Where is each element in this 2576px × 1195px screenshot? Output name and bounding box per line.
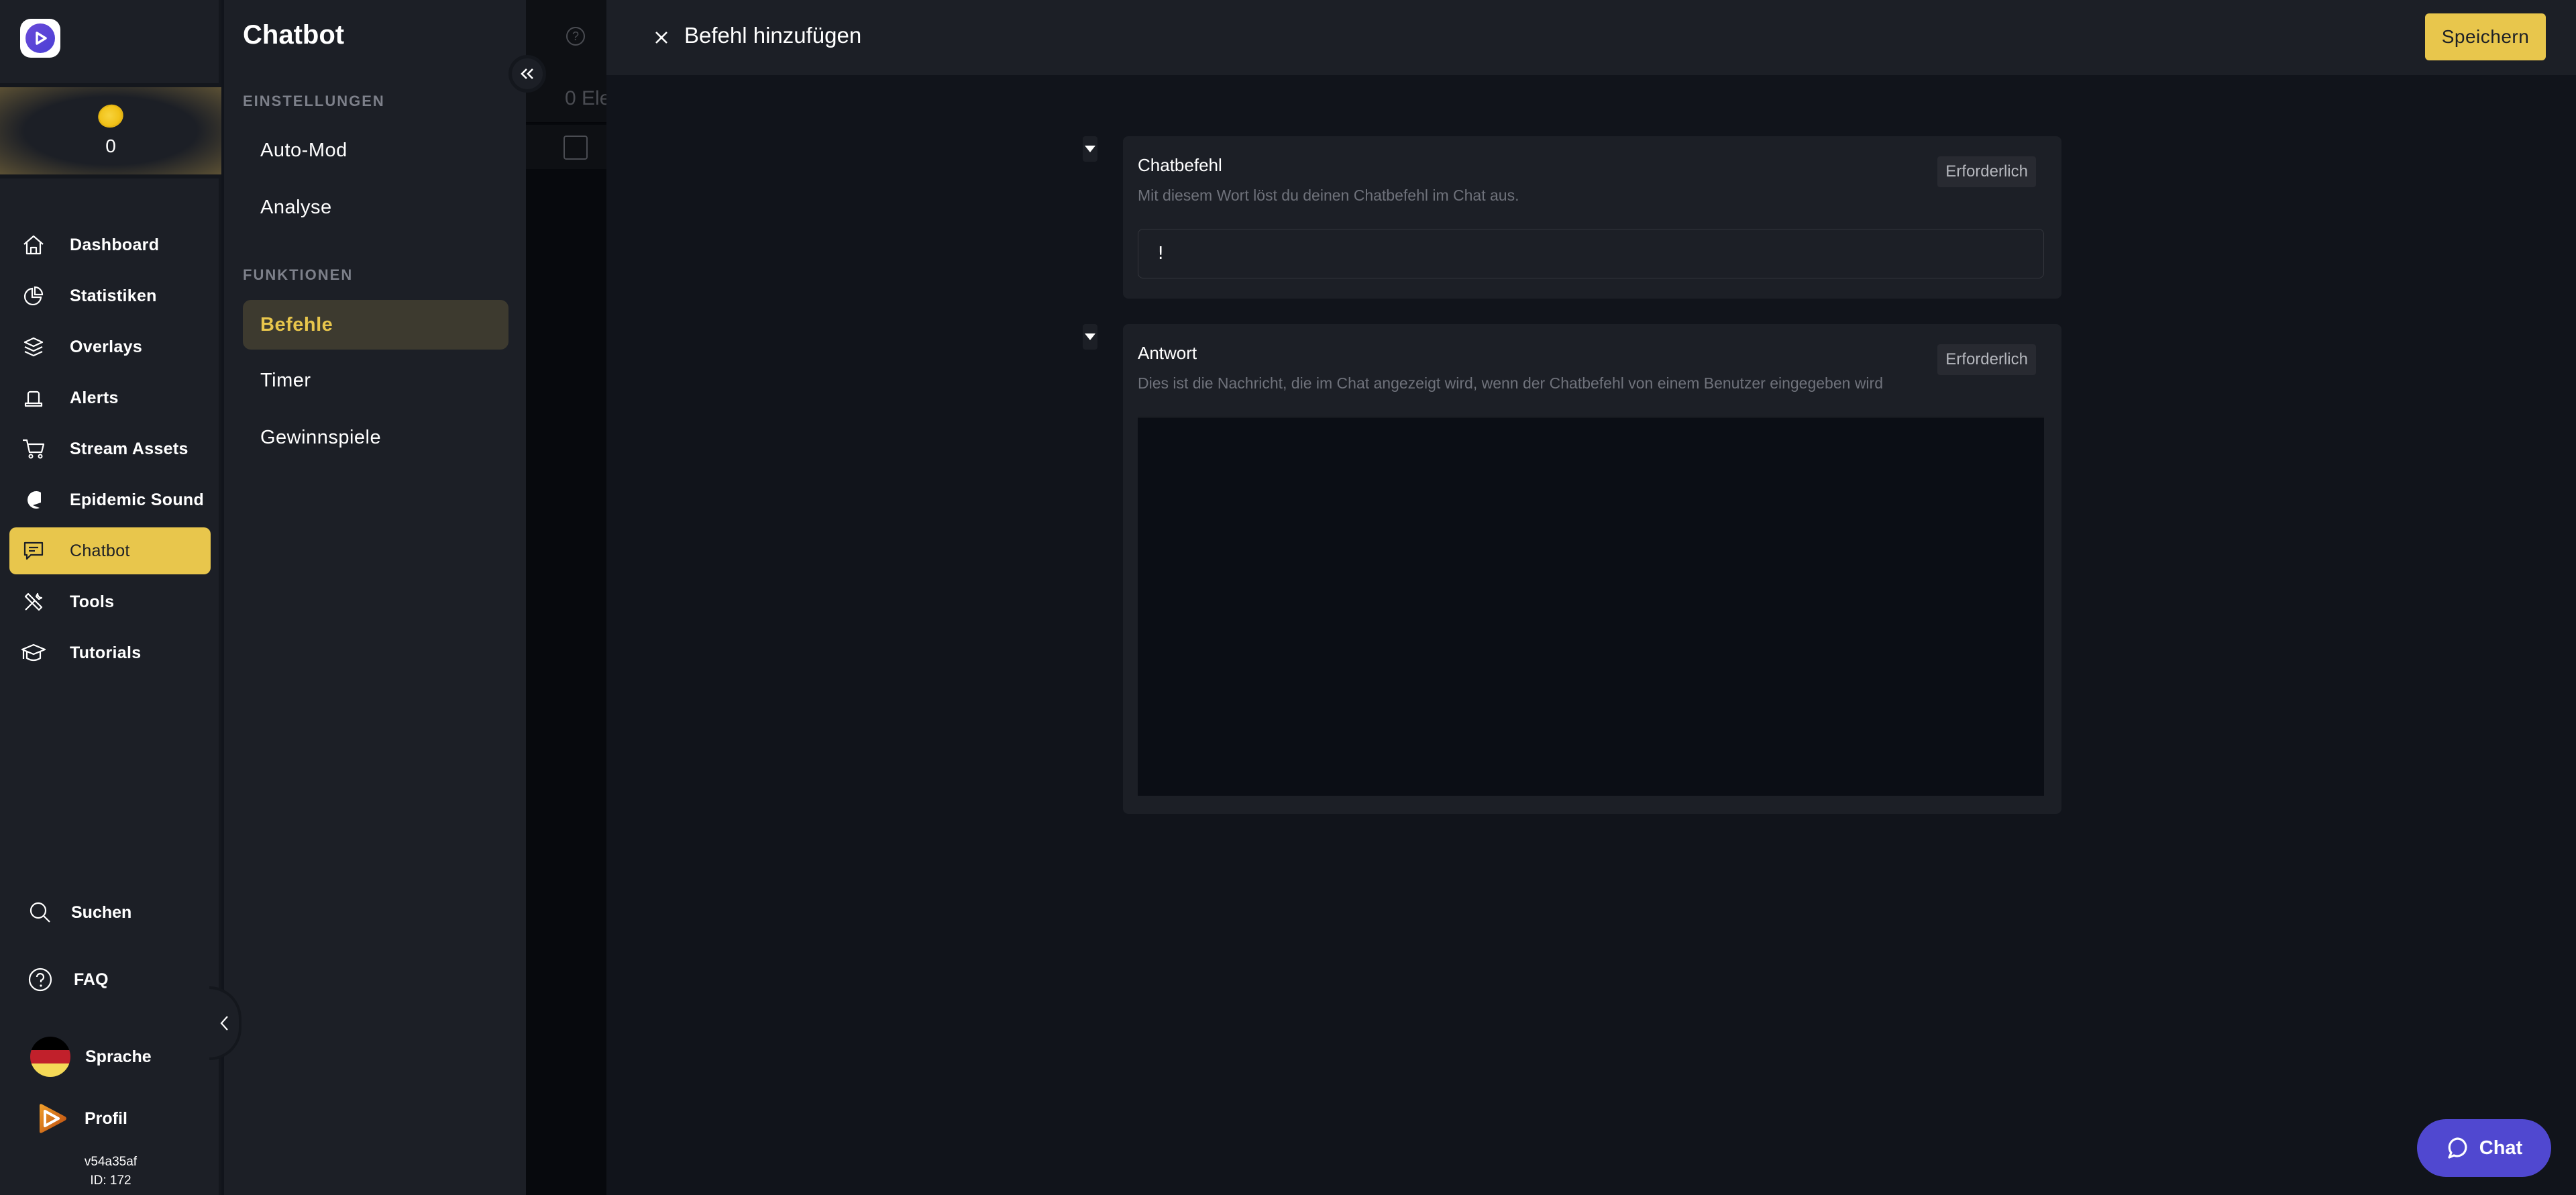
nav-label: Overlays — [70, 337, 143, 356]
nav-item-tools[interactable]: Tools — [9, 578, 211, 625]
chat-message-icon — [20, 537, 47, 564]
subnav-item-gewinnspiele[interactable]: Gewinnspiele — [243, 413, 508, 462]
help-icon[interactable]: ? — [566, 27, 585, 46]
section-heading-einstellungen: EINSTELLUNGEN — [243, 93, 385, 109]
required-badge: Erforderlich — [1937, 156, 2036, 187]
nav-item-stream-assets[interactable]: Stream Assets — [9, 425, 211, 472]
select-all-checkbox[interactable] — [564, 136, 588, 160]
subnav-item-auto-mod[interactable]: Auto-Mod — [243, 125, 508, 175]
field-description: Mit diesem Wort löst du deinen Chatbefeh… — [1138, 187, 1519, 204]
nav-item-overlays[interactable]: Overlays — [9, 323, 211, 370]
faq-button[interactable]: FAQ — [27, 966, 108, 993]
coin-balance[interactable]: 0 — [0, 87, 221, 174]
field-card-chatbefehl: Chatbefehl Erforderlich Mit diesem Wort … — [1123, 136, 2061, 299]
add-command-panel: Befehl hinzufügen Speichern Chatbefehl E… — [606, 0, 2576, 1195]
panel-header: Befehl hinzufügen Speichern — [606, 0, 2576, 75]
response-textarea[interactable] — [1138, 417, 2044, 796]
nav-label: Alerts — [70, 388, 119, 407]
profile-label: Profil — [85, 1108, 127, 1128]
nav-item-alerts[interactable]: Alerts — [9, 374, 211, 421]
table-header-row — [526, 125, 606, 169]
required-badge: Erforderlich — [1937, 344, 2036, 375]
layers-icon — [20, 333, 47, 360]
subnav-title: Chatbot — [243, 20, 345, 50]
item-count: 0 Ele — [565, 87, 606, 109]
cart-icon — [20, 435, 47, 462]
command-input[interactable] — [1138, 229, 2044, 278]
subnav-item-befehle[interactable]: Befehle — [243, 300, 508, 350]
close-icon — [655, 32, 667, 44]
close-panel-button[interactable] — [648, 24, 675, 51]
double-chevron-left-icon — [521, 68, 533, 79]
search-label: Suchen — [71, 902, 132, 922]
app-logo[interactable] — [20, 19, 60, 58]
nav-label: Tutorials — [70, 643, 142, 662]
page-content-obscured: ? 0 Ele — [526, 0, 606, 1195]
support-chat-button[interactable]: Chat — [2417, 1119, 2551, 1177]
play-logo-icon — [25, 23, 55, 53]
chat-label: Chat — [2479, 1137, 2523, 1159]
graduation-cap-icon — [20, 639, 47, 666]
field-label: Antwort — [1138, 343, 1197, 363]
caret-down-icon — [1085, 333, 1095, 340]
panel-title: Befehl hinzufügen — [684, 23, 862, 48]
main-nav: Dashboard Statistiken Overlays Alerts St… — [9, 221, 211, 680]
chatbot-subnav: Chatbot EINSTELLUNGEN Auto-Mod Analyse F… — [224, 0, 526, 1195]
field-description: Dies ist die Nachricht, die im Chat ange… — [1138, 374, 1883, 392]
profile-button[interactable]: Profil — [35, 1102, 127, 1135]
coin-icon — [95, 101, 127, 132]
version-text: v54a35af — [84, 1155, 138, 1169]
subnav-item-timer[interactable]: Timer — [243, 356, 508, 405]
nav-item-epidemic-sound[interactable]: Epidemic Sound — [9, 476, 211, 523]
field-label: Chatbefehl — [1138, 155, 1222, 175]
user-id-text: ID: 172 — [90, 1174, 131, 1188]
collapse-field-toggle[interactable] — [1083, 324, 1097, 350]
search-button[interactable]: Suchen — [27, 899, 131, 926]
nav-item-dashboard[interactable]: Dashboard — [9, 221, 211, 268]
nav-label: Tools — [70, 592, 115, 611]
pie-chart-icon — [20, 282, 47, 309]
caret-down-icon — [1085, 146, 1095, 152]
collapse-field-toggle[interactable] — [1083, 136, 1097, 162]
help-circle-icon — [27, 966, 54, 993]
save-button[interactable]: Speichern — [2425, 13, 2546, 60]
nav-label: Chatbot — [70, 541, 130, 560]
nav-item-chatbot[interactable]: Chatbot — [9, 527, 211, 574]
home-icon — [20, 231, 47, 258]
search-icon — [27, 899, 54, 926]
chat-bubble-icon — [2448, 1137, 2467, 1159]
language-button[interactable]: Sprache — [30, 1037, 152, 1077]
nav-label: Dashboard — [70, 235, 160, 254]
chevron-left-icon — [220, 1016, 228, 1031]
tools-icon — [20, 588, 47, 615]
section-heading-funktionen: FUNKTIONEN — [243, 266, 354, 283]
language-label: Sprache — [85, 1047, 152, 1066]
app-root: 0 Dashboard Statistiken Overlays Alerts … — [0, 0, 2576, 1195]
german-flag-icon — [30, 1037, 70, 1077]
nav-item-tutorials[interactable]: Tutorials — [9, 629, 211, 676]
subnav-item-analyse[interactable]: Analyse — [243, 183, 508, 232]
alert-bell-icon — [20, 384, 47, 411]
field-card-antwort: Antwort Erforderlich Dies ist die Nachri… — [1123, 324, 2061, 814]
divider — [0, 174, 221, 178]
collapse-subnav-button[interactable] — [508, 55, 546, 93]
nav-label: Statistiken — [70, 286, 157, 305]
epidemic-sound-icon — [20, 486, 47, 513]
nav-item-statistiken[interactable]: Statistiken — [9, 272, 211, 319]
coin-count: 0 — [105, 136, 116, 156]
profile-avatar-icon — [35, 1102, 68, 1135]
faq-label: FAQ — [74, 970, 109, 989]
nav-label: Stream Assets — [70, 439, 189, 458]
nav-label: Epidemic Sound — [70, 490, 205, 509]
main-sidebar: 0 Dashboard Statistiken Overlays Alerts … — [0, 0, 221, 1195]
